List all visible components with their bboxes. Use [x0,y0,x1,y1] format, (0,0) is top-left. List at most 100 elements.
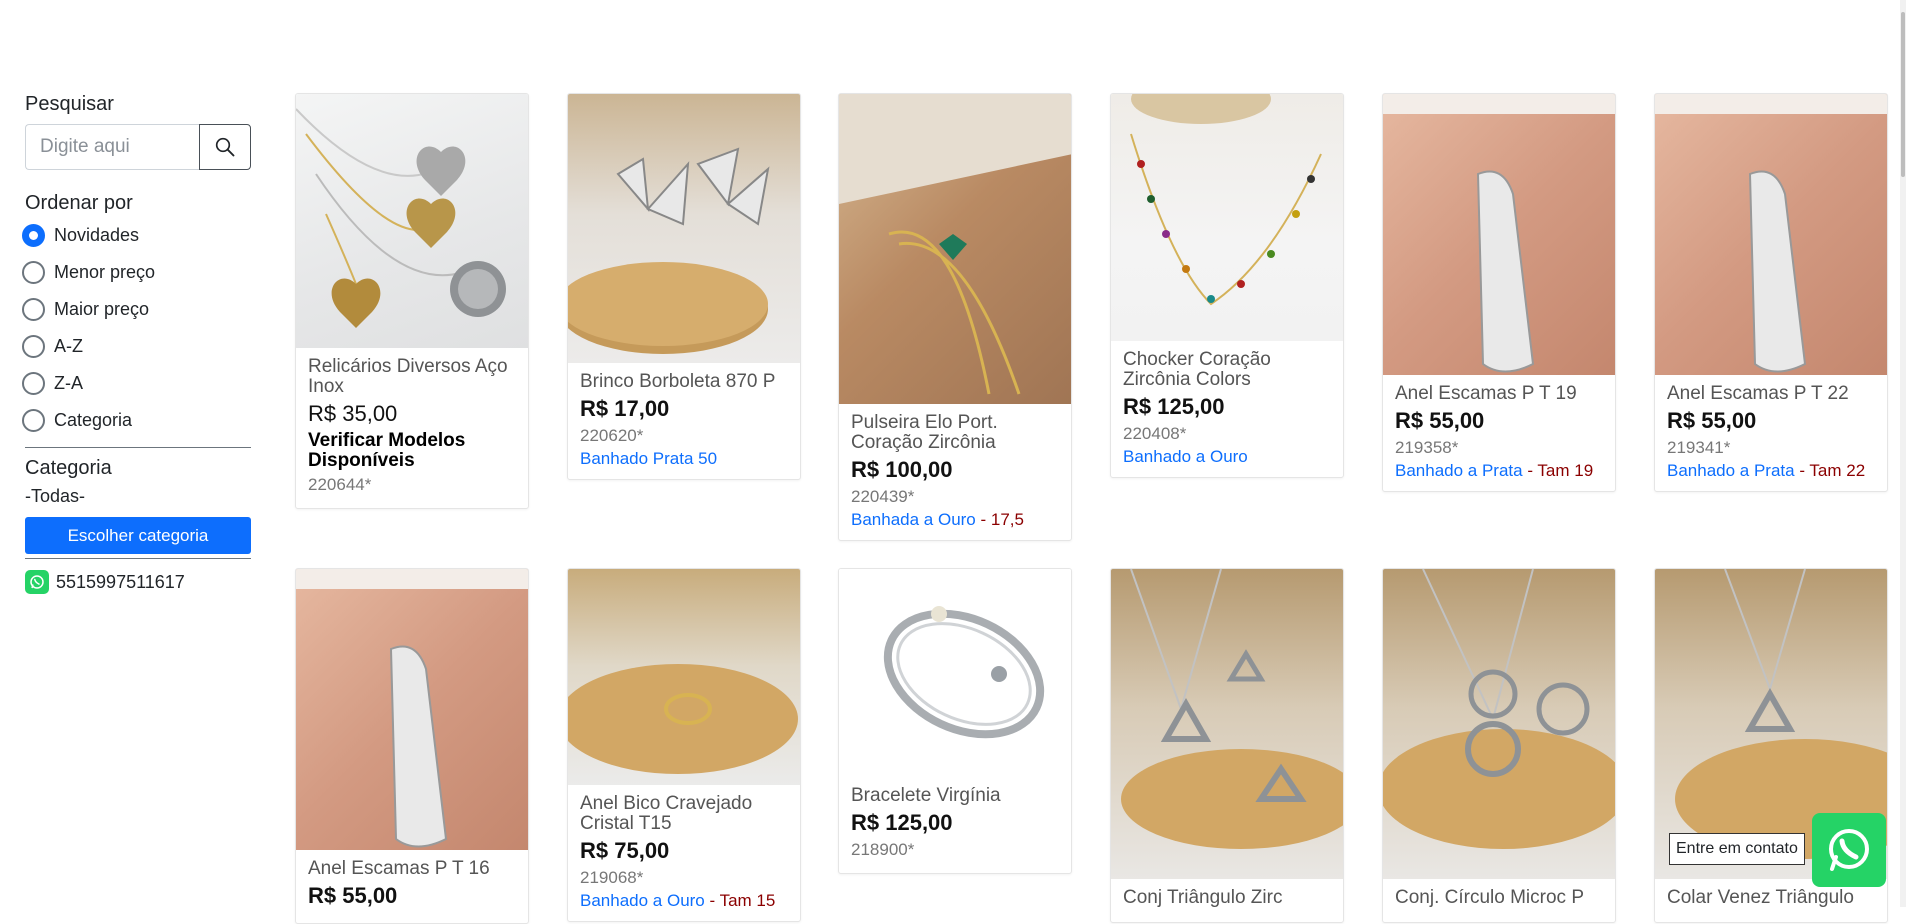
product-image[interactable] [296,569,528,850]
contact-tooltip[interactable]: Entre em contato [1669,833,1805,865]
bracelet-icon [839,94,1071,395]
product-image[interactable] [1383,569,1615,879]
product-card[interactable]: Anel Escamas P T 22 R$ 55,00 219341* Ban… [1654,93,1888,492]
product-image[interactable] [296,94,528,348]
sort-option-maior-preco[interactable]: Maior preço [22,291,251,328]
product-card[interactable]: Anel Escamas P T 19 R$ 55,00 219358* Ban… [1382,93,1616,492]
product-name: Pulseira Elo Port. Coração Zircônia [851,412,998,453]
page-scrollbar[interactable] [1900,0,1906,907]
product-variant: Banhado a Ouro - Tam 15 [580,891,788,911]
sort-title: Ordenar por [25,192,133,214]
search-button[interactable] [199,124,251,170]
product-price: R$ 17,00 [580,396,670,421]
whatsapp-icon [1829,829,1869,871]
radio-icon[interactable] [22,409,45,432]
product-card[interactable]: Brinco Borboleta 870 P R$ 17,00 220620* … [567,93,801,480]
product-info: Bracelete Virgínia R$ 125,00 218900* [839,777,1071,873]
sort-option-novidades[interactable]: Novidades [22,217,251,254]
product-variant: Banhado Prata 50 [580,449,718,468]
sort-option-a-z[interactable]: A-Z [22,328,251,365]
product-card[interactable]: Conj. Círculo Microc P [1382,568,1616,923]
product-name: Colar Venez Triângulo [1667,887,1854,908]
radio-icon[interactable] [22,298,45,321]
product-name: Anel Escamas P T 19 [1395,383,1577,404]
product-name: Anel Escamas P T 22 [1667,383,1849,404]
sort-option-label: Menor preço [54,262,156,282]
ring-icon [1383,94,1615,373]
product-card[interactable]: Conj Triângulo Zirc [1110,568,1344,923]
product-price: R$ 55,00 [308,883,398,908]
product-card[interactable]: Anel Escamas P T 16 R$ 55,00 [295,568,529,924]
radio-icon[interactable] [22,335,45,358]
product-image[interactable] [1655,94,1887,375]
variant-size: - 17,5 [975,510,1024,529]
product-card[interactable]: Relicários Diversos Aço Inox R$ 35,00 Ve… [295,93,529,509]
product-image[interactable] [839,569,1071,777]
earring-icon [568,147,770,354]
product-info: Anel Escamas P T 16 R$ 55,00 [296,850,528,923]
product-name: Brinco Borboleta 870 P [580,371,776,392]
product-image[interactable] [839,94,1071,404]
sort-options: Novidades Menor preço Maior preço A-Z Z-… [22,217,251,439]
product-image[interactable] [1111,569,1343,879]
product-code: 219358* [1395,438,1459,457]
sort-option-z-a[interactable]: Z-A [22,365,251,402]
product-code: 220620* [580,426,644,445]
ring-icon [296,569,528,848]
scrollbar-thumb[interactable] [1901,12,1905,177]
jewelry-set-icon [1383,569,1615,849]
category-title: Categoria [25,457,112,479]
jewelry-set-icon [1121,569,1343,849]
sort-option-categoria[interactable]: Categoria [22,402,251,439]
whatsapp-float-button[interactable] [1812,813,1886,887]
radio-checked-icon[interactable] [22,224,45,247]
product-info: Brinco Borboleta 870 P R$ 17,00 220620* … [568,363,800,479]
product-code: 219341* [1667,438,1731,457]
radio-icon[interactable] [22,372,45,395]
sort-option-menor-preco[interactable]: Menor preço [22,254,251,291]
sort-option-label: A-Z [54,336,83,356]
product-price: R$ 35,00 [308,401,398,426]
category-current: -Todas- [25,486,86,506]
product-price: R$ 100,00 [851,457,953,482]
variant-label: Banhada a Ouro [851,510,976,529]
product-card[interactable]: Pulseira Elo Port. Coração Zircônia R$ 1… [838,93,1072,541]
product-info: Anel Bico Cravejado Cristal T15 R$ 75,00… [568,785,800,921]
product-variant: Banhado a Ouro [1123,447,1248,466]
product-card[interactable]: Chocker Coração Zircônia Colors R$ 125,0… [1110,93,1344,478]
product-info: Relicários Diversos Aço Inox R$ 35,00 Ve… [296,348,528,508]
product-name: Chocker Coração Zircônia Colors [1123,349,1271,390]
product-variant: Banhada a Ouro - 17,5 [851,510,1059,530]
product-price: R$ 75,00 [580,838,670,863]
product-info: Conj Triângulo Zirc [1111,879,1343,922]
variant-size: - Tam 15 [704,891,776,910]
product-info: Pulseira Elo Port. Coração Zircônia R$ 1… [839,404,1071,540]
product-code: 220644* [308,475,372,494]
divider [25,447,251,448]
product-info: Anel Escamas P T 19 R$ 55,00 219358* Ban… [1383,375,1615,491]
necklace-icon [296,108,506,328]
product-price: R$ 55,00 [1395,408,1485,433]
product-image[interactable] [1383,94,1615,375]
phone-number: 5515997511617 [56,571,185,592]
product-image[interactable] [568,94,800,363]
choker-icon [1130,94,1322,306]
product-name: Anel Escamas P T 16 [308,858,490,879]
whatsapp-contact[interactable]: 5515997511617 [25,570,251,594]
ring-icon [568,664,798,774]
sort-option-label: Z-A [54,373,83,393]
search-input[interactable] [25,124,199,170]
sort-option-label: Novidades [54,225,140,245]
variant-size: - Tam 22 [1794,461,1866,480]
product-image[interactable] [568,569,800,785]
product-variant: Banhado a Prata - Tam 19 [1395,461,1603,481]
product-image[interactable] [1111,94,1343,341]
search-bar [25,124,251,170]
product-code: 220408* [1123,424,1187,443]
product-card[interactable]: Bracelete Virgínia R$ 125,00 218900* [838,568,1072,874]
choose-category-button[interactable]: Escolher categoria [25,517,251,554]
sort-option-label: Categoria [54,410,133,430]
product-price: R$ 55,00 [1667,408,1757,433]
product-card[interactable]: Anel Bico Cravejado Cristal T15 R$ 75,00… [567,568,801,922]
radio-icon[interactable] [22,261,45,284]
